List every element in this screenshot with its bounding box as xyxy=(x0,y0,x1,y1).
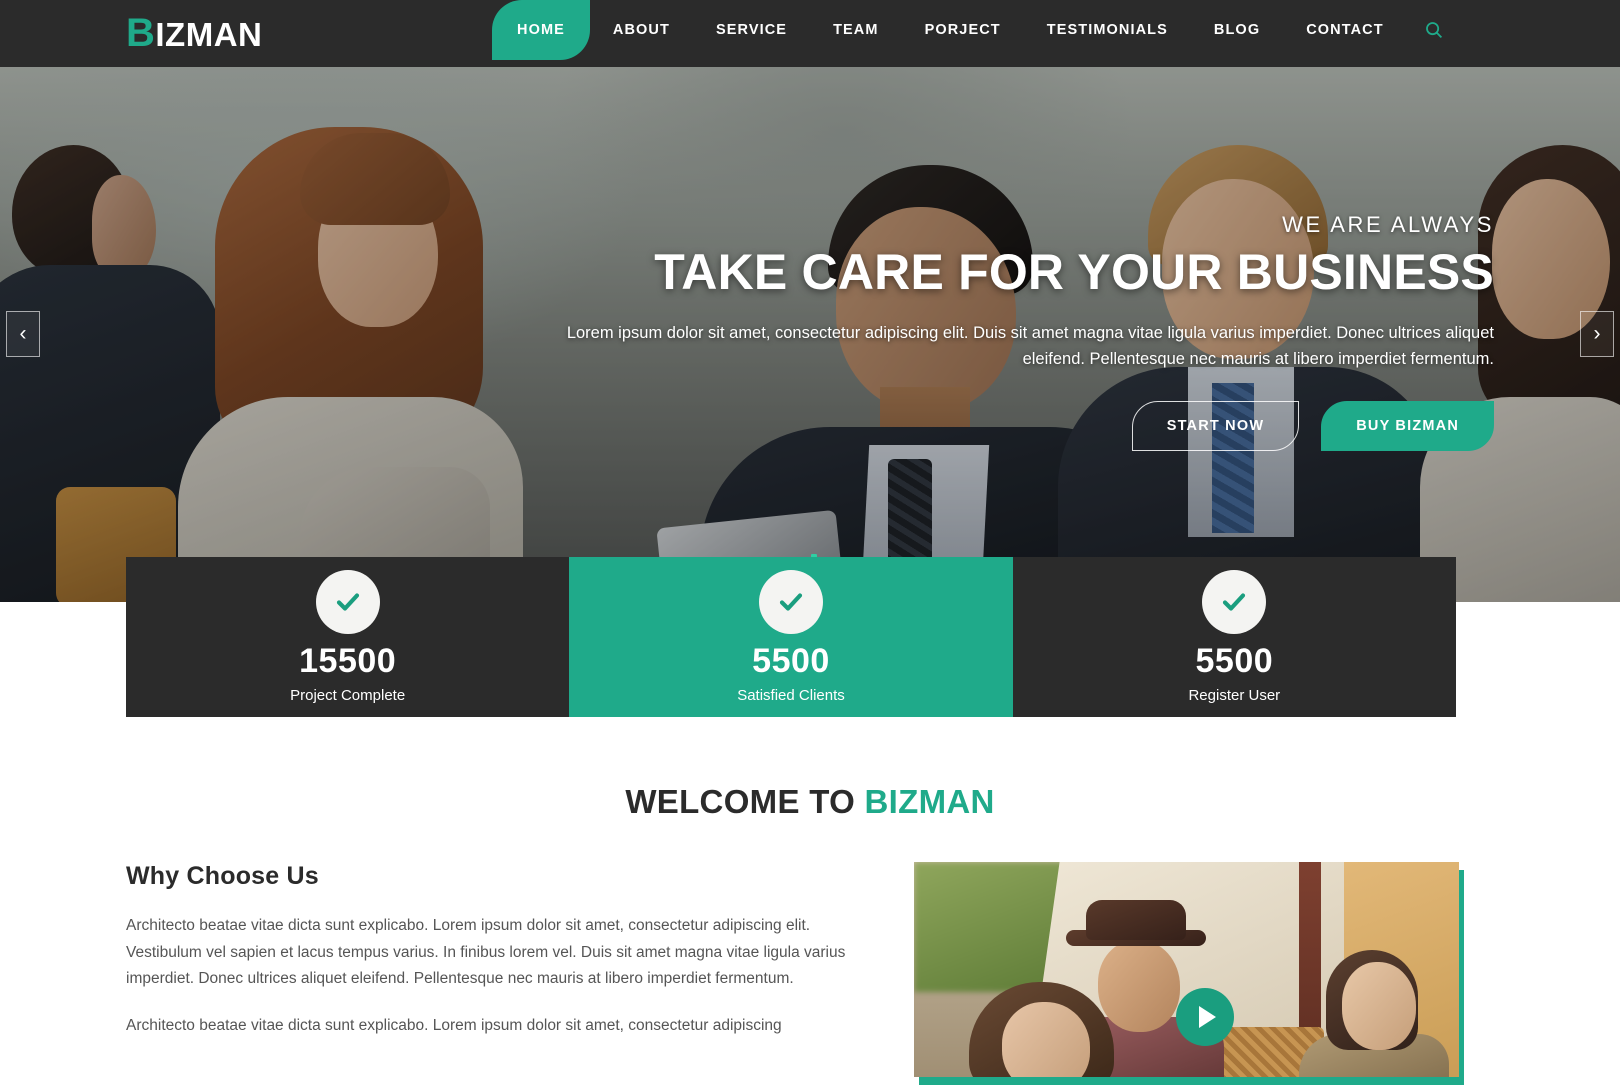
video-thumbnail[interactable] xyxy=(914,862,1460,1077)
about-text-column: Why Choose Us Architecto beatae vitae di… xyxy=(126,862,869,1077)
play-icon[interactable] xyxy=(1176,988,1235,1046)
nav-item-porject[interactable]: PORJECT xyxy=(902,0,1024,60)
start-now-button[interactable]: START NOW xyxy=(1131,400,1300,451)
stat-card-project-complete: 15500 Project Complete xyxy=(126,557,570,717)
nav-item-service[interactable]: SERVICE xyxy=(693,0,810,60)
nav-item-contact[interactable]: CONTACT xyxy=(1283,0,1407,60)
nav-item-home[interactable]: HOME xyxy=(492,0,590,60)
slider-next-arrow-icon[interactable]: › xyxy=(1580,311,1614,357)
hero-content: WE ARE ALWAYS TAKE CARE FOR YOUR BUSINES… xyxy=(534,212,1494,451)
about-paragraph-1: Architecto beatae vitae dicta sunt expli… xyxy=(126,917,846,988)
slider-prev-arrow-icon[interactable]: ‹ xyxy=(6,311,40,357)
hero-title: TAKE CARE FOR YOUR BUSINESS xyxy=(654,244,1494,300)
nav-item-blog[interactable]: BLOG xyxy=(1191,0,1283,60)
nav-item-team[interactable]: TEAM xyxy=(810,0,901,60)
main-navigation: HOME ABOUT SERVICE TEAM PORJECT TESTIMON… xyxy=(492,0,1443,67)
logo-initial: B xyxy=(126,11,156,55)
stat-card-register-user: 5500 Register User xyxy=(1012,557,1456,717)
stat-label: Satisfied Clients xyxy=(737,687,845,704)
stat-number: 15500 xyxy=(299,642,397,680)
check-icon xyxy=(315,570,380,634)
about-title: Why Choose Us xyxy=(126,862,319,890)
welcome-heading: WELCOME TO BIZMAN xyxy=(0,783,1620,821)
stat-label: Project Complete xyxy=(290,687,406,704)
site-header: BIZMAN HOME ABOUT SERVICE TEAM PORJECT T… xyxy=(0,0,1620,67)
search-icon[interactable] xyxy=(1425,0,1443,60)
check-icon xyxy=(1202,570,1267,634)
nav-item-testimonials[interactable]: TESTIMONIALS xyxy=(1024,0,1191,60)
about-section: Why Choose Us Architecto beatae vitae di… xyxy=(126,862,1464,1085)
stat-number: 5500 xyxy=(1195,642,1274,680)
check-icon xyxy=(758,570,823,634)
hero-kicker: WE ARE ALWAYS xyxy=(1282,212,1494,237)
hero-cta-group: START NOW BUY BIZMAN xyxy=(534,400,1494,451)
stat-number: 5500 xyxy=(752,642,830,680)
stats-bar: 15500 Project Complete 5500 Satisfied Cl… xyxy=(126,557,1456,717)
buy-bizman-button[interactable]: BUY BIZMAN xyxy=(1321,400,1494,451)
nav-item-about[interactable]: ABOUT xyxy=(590,0,693,60)
hero-slider: WE ARE ALWAYS TAKE CARE FOR YOUR BUSINES… xyxy=(0,67,1620,602)
welcome-prefix: WELCOME TO xyxy=(625,783,865,820)
logo-text: IZMAN xyxy=(155,16,263,53)
hero-description: Lorem ipsum dolor sit amet, consectetur … xyxy=(566,324,1494,369)
stat-label: Register User xyxy=(1188,687,1281,704)
welcome-brand: BIZMAN xyxy=(864,783,995,820)
about-paragraph-2: Architecto beatae vitae dicta sunt expli… xyxy=(126,1016,782,1034)
site-logo[interactable]: BIZMAN xyxy=(126,9,262,59)
about-video-column xyxy=(914,862,1464,1085)
stat-card-satisfied-clients: 5500 Satisfied Clients xyxy=(569,557,1013,717)
